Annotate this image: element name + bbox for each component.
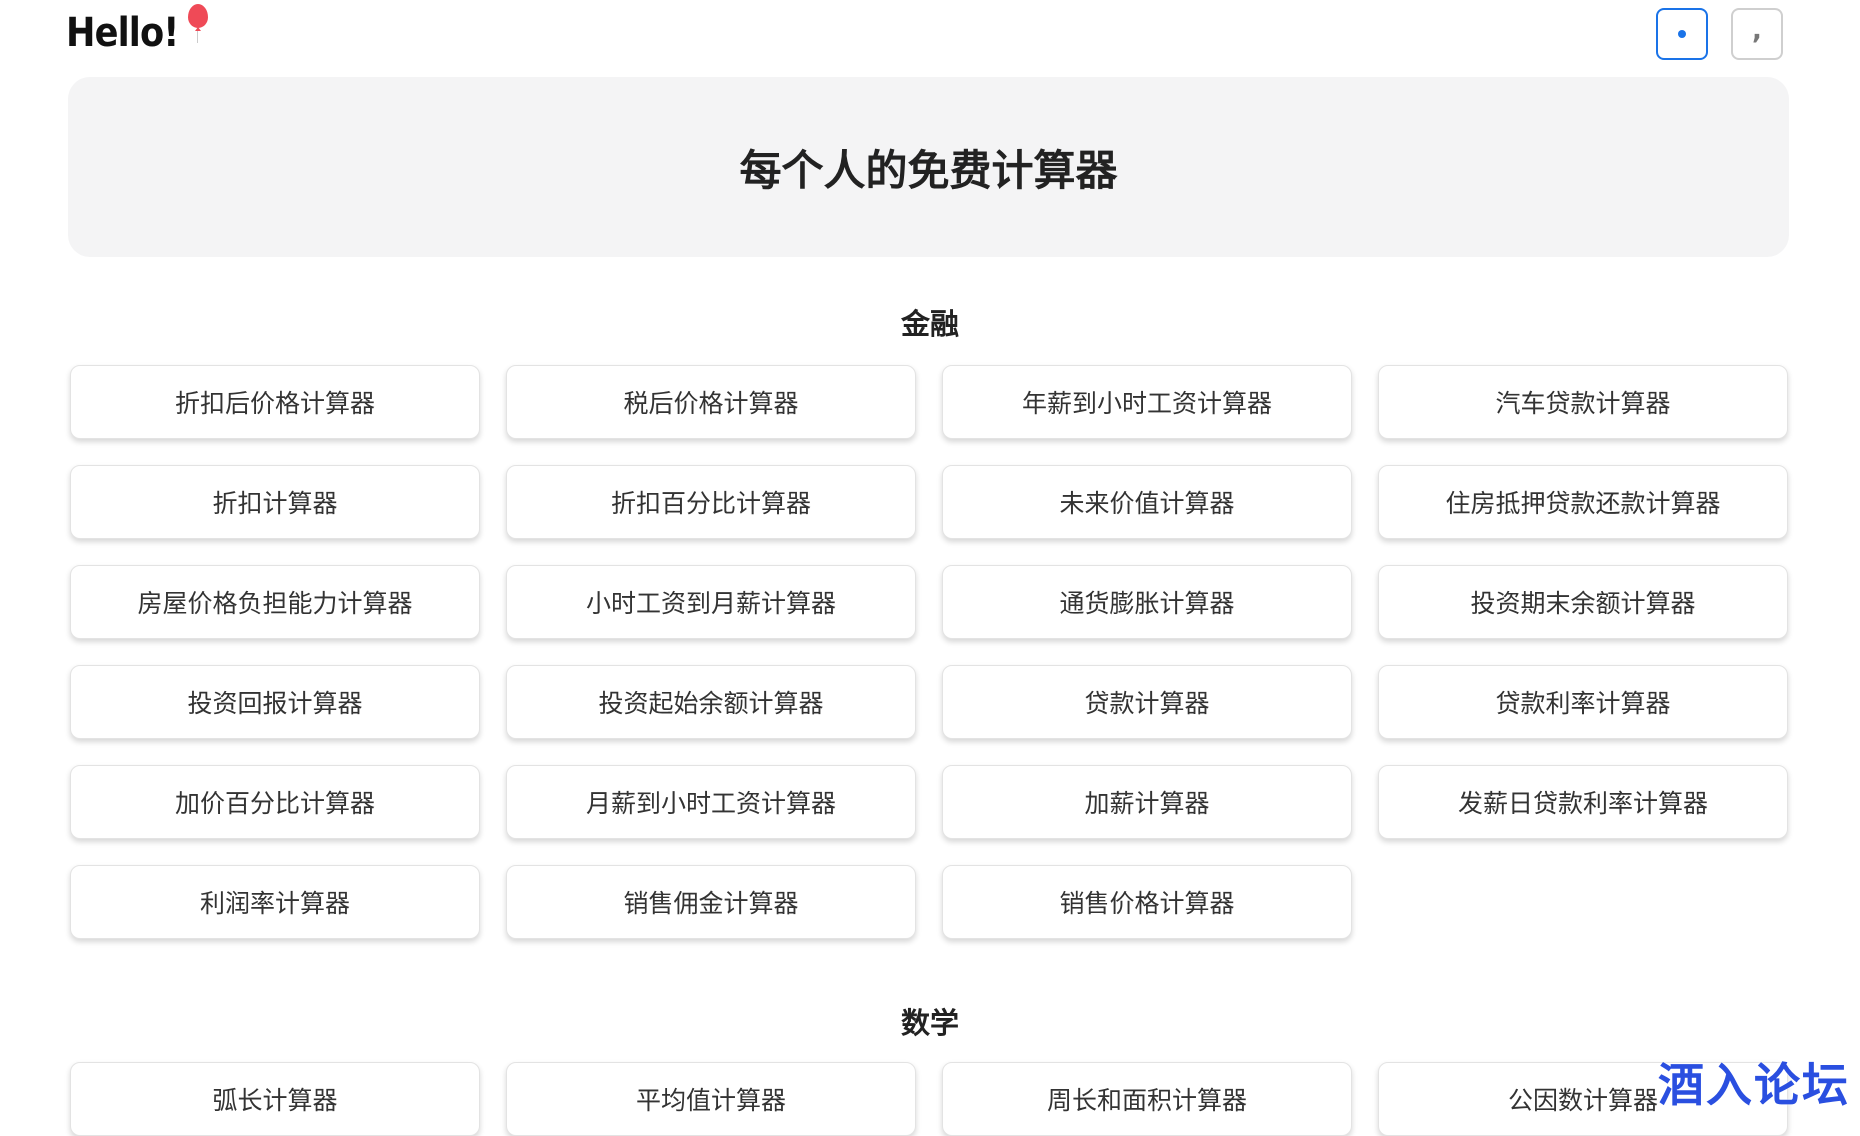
calculator-button[interactable]: 投资期末余额计算器: [1378, 565, 1788, 639]
calculator-button[interactable]: 利润率计算器: [70, 865, 480, 939]
calculator-button[interactable]: 折扣计算器: [70, 465, 480, 539]
logo[interactable]: Hello!: [66, 4, 212, 56]
calculator-button[interactable]: 住房抵押贷款还款计算器: [1378, 465, 1788, 539]
calculator-button[interactable]: 平均值计算器: [506, 1062, 916, 1136]
page: Hello! , 每个人的免费计算器 金融 折扣后价格计算器 税后价格计算器 年…: [0, 0, 1860, 1136]
calculator-button[interactable]: 小时工资到月薪计算器: [506, 565, 916, 639]
calculator-button[interactable]: 销售佣金计算器: [506, 865, 916, 939]
theme-dot-button[interactable]: [1656, 8, 1708, 60]
language-comma-button[interactable]: ,: [1731, 8, 1783, 60]
calculator-button[interactable]: 贷款利率计算器: [1378, 665, 1788, 739]
calculator-button[interactable]: 投资回报计算器: [70, 665, 480, 739]
calculator-button[interactable]: 加价百分比计算器: [70, 765, 480, 839]
math-calculator-grid: 弧长计算器 平均值计算器 周长和面积计算器 公因数计算器: [70, 1062, 1788, 1136]
calculator-button[interactable]: 月薪到小时工资计算器: [506, 765, 916, 839]
calculator-button[interactable]: 房屋价格负担能力计算器: [70, 565, 480, 639]
calculator-button[interactable]: 通货膨胀计算器: [942, 565, 1352, 639]
calculator-button[interactable]: 投资起始余额计算器: [506, 665, 916, 739]
section-title-math: 数学: [900, 1006, 959, 1040]
dot-icon: [1678, 30, 1686, 38]
finance-calculator-grid: 折扣后价格计算器 税后价格计算器 年薪到小时工资计算器 汽车贷款计算器 折扣计算…: [70, 365, 1788, 939]
calculator-button[interactable]: 周长和面积计算器: [942, 1062, 1352, 1136]
hero-banner: 每个人的免费计算器: [68, 77, 1789, 257]
calculator-button[interactable]: 税后价格计算器: [506, 365, 916, 439]
calculator-button[interactable]: 未来价值计算器: [942, 465, 1352, 539]
watermark: 酒入论坛: [1658, 1058, 1850, 1112]
calculator-button[interactable]: 销售价格计算器: [942, 865, 1352, 939]
logo-text: Hello!: [66, 10, 179, 56]
calculator-button[interactable]: 弧长计算器: [70, 1062, 480, 1136]
section-title-finance: 金融: [900, 307, 959, 341]
calculator-button[interactable]: 年薪到小时工资计算器: [942, 365, 1352, 439]
calculator-button[interactable]: 折扣后价格计算器: [70, 365, 480, 439]
page-title: 每个人的免费计算器: [739, 145, 1118, 195]
calculator-button[interactable]: 汽车贷款计算器: [1378, 365, 1788, 439]
calculator-button[interactable]: 发薪日贷款利率计算器: [1378, 765, 1788, 839]
balloon-icon: [186, 4, 212, 44]
comma-icon: ,: [1752, 16, 1762, 46]
calculator-button[interactable]: 贷款计算器: [942, 665, 1352, 739]
calculator-button[interactable]: 折扣百分比计算器: [506, 465, 916, 539]
calculator-button[interactable]: 加薪计算器: [942, 765, 1352, 839]
